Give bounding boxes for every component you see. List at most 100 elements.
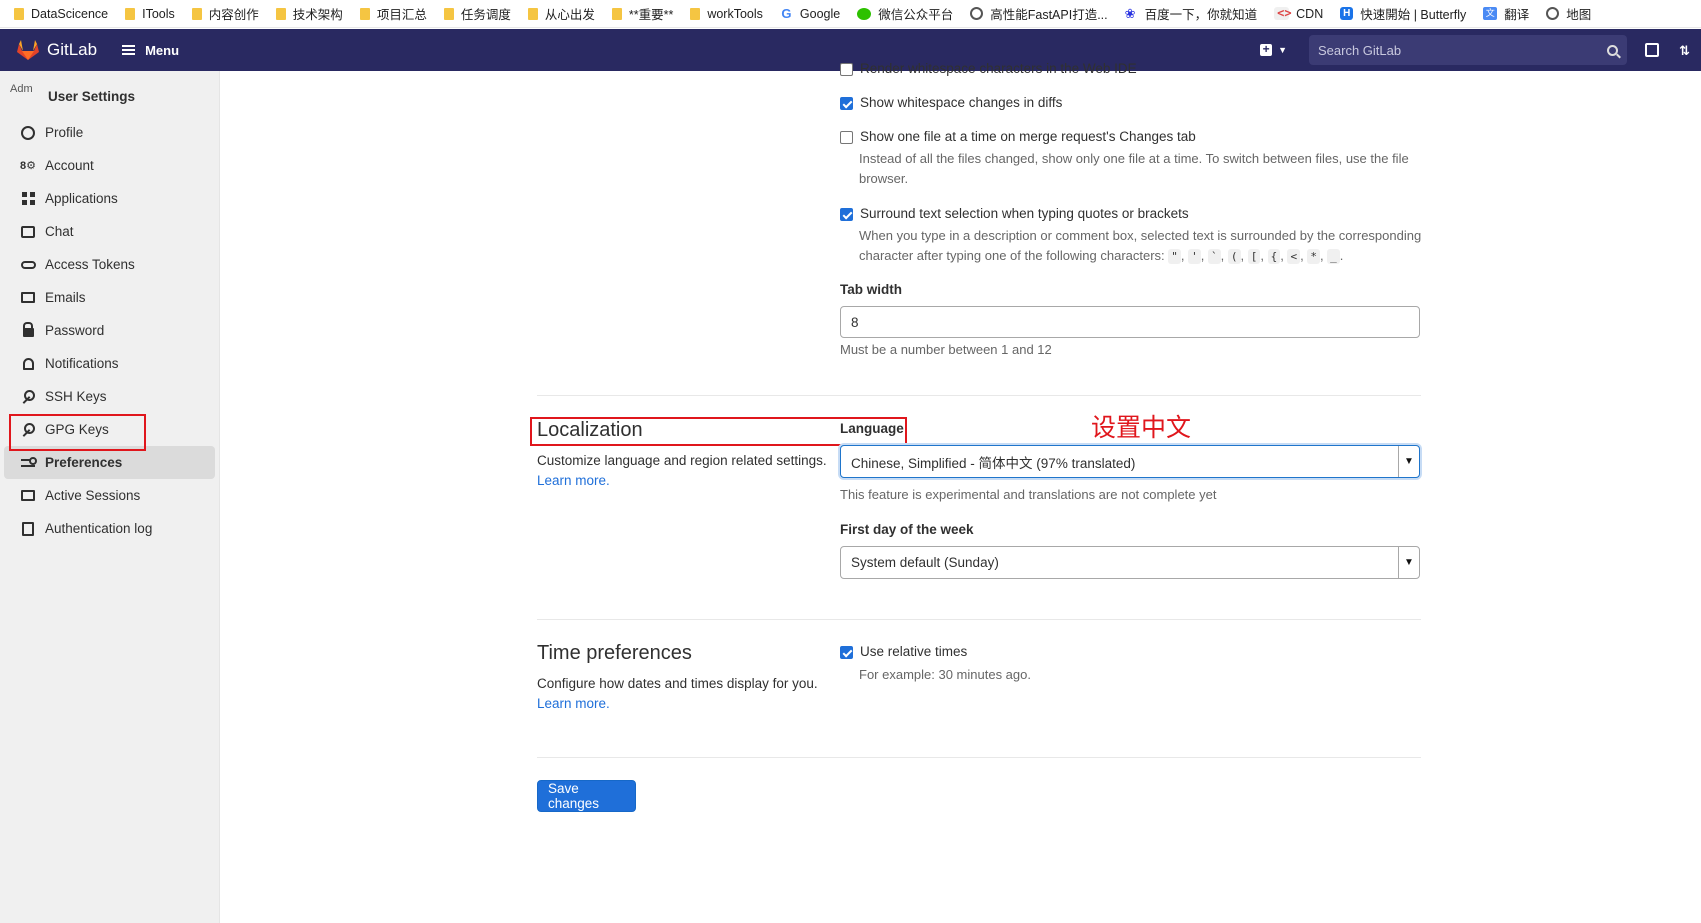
- time-prefs-learn-more-link[interactable]: Learn more.: [537, 696, 610, 711]
- globe-icon: [970, 7, 984, 20]
- divider: [537, 757, 1421, 758]
- first-day-select[interactable]: System default (Sunday) ▼: [840, 546, 1420, 579]
- bookmark-item[interactable]: 高性能FastAPI打造...: [970, 4, 1108, 23]
- sidebar-item-authentication-log[interactable]: Authentication log: [4, 512, 215, 545]
- surround-help-line1: When you type in a description or commen…: [859, 228, 1422, 243]
- one-file-checkbox[interactable]: [840, 131, 853, 144]
- tab-width-label: Tab width: [840, 282, 902, 297]
- sidebar-item-applications[interactable]: Applications: [4, 182, 215, 215]
- sidebar-item-password[interactable]: Password: [4, 314, 215, 347]
- sidebar-item-ssh-keys[interactable]: SSH Keys: [4, 380, 215, 413]
- avatar: Adm: [10, 83, 33, 95]
- new-dropdown-button[interactable]: + ▼: [1260, 43, 1287, 56]
- bookmark-item[interactable]: H 快速開始 | Butterfly: [1340, 4, 1466, 23]
- folder-icon: [14, 7, 24, 20]
- globe-icon: [1546, 7, 1560, 20]
- gitlab-logo-link[interactable]: GitLab: [16, 39, 97, 61]
- sidebar-item-notifications[interactable]: Notifications: [4, 347, 215, 380]
- sidebar-title: User Settings: [48, 88, 136, 104]
- save-button[interactable]: Save changes: [537, 780, 636, 812]
- sidebar-item-label: Emails: [45, 290, 86, 305]
- bookmark-label: 任务调度: [460, 8, 511, 22]
- issues-icon[interactable]: [1645, 43, 1659, 57]
- bookmark-item[interactable]: 内容创作: [191, 4, 259, 23]
- bookmark-label: **重要**: [628, 8, 674, 22]
- relative-times-option[interactable]: Use relative times: [840, 644, 967, 659]
- show-whitespace-checkbox[interactable]: [840, 97, 853, 110]
- gitlab-logo-icon: [17, 40, 39, 60]
- surround-char-code: {: [1267, 249, 1281, 264]
- sidebar-item-label: Active Sessions: [45, 488, 141, 503]
- bookmark-item[interactable]: <> CDN: [1274, 7, 1323, 21]
- language-select[interactable]: Chinese, Simplified - 简体中文 (97% translat…: [840, 445, 1420, 478]
- bookmark-item[interactable]: 微信公众平台: [857, 4, 953, 23]
- folder-icon: [275, 7, 286, 20]
- menu-label: Menu: [145, 42, 180, 58]
- sidebar-item-account[interactable]: 8⚙ Account: [4, 149, 215, 182]
- sidebar-item-chat[interactable]: Chat: [4, 215, 215, 248]
- applications-icon: [20, 191, 36, 207]
- sidebar-item-active-sessions[interactable]: Active Sessions: [4, 479, 215, 512]
- code-icon: <>: [1274, 7, 1292, 20]
- search-input[interactable]: [1318, 42, 1607, 58]
- bookmark-item[interactable]: G Google: [780, 7, 840, 21]
- brand-name: GitLab: [47, 40, 98, 59]
- bookmark-item[interactable]: **重要**: [611, 4, 674, 23]
- bookmark-label: 快速開始 | Butterfly: [1360, 8, 1467, 22]
- surround-help-line2: character after typing one of the follow…: [859, 248, 1165, 263]
- show-whitespace-option[interactable]: Show whitespace changes in diffs: [840, 95, 1062, 110]
- sidebar-item-profile[interactable]: Profile: [4, 116, 215, 149]
- sidebar-header[interactable]: Adm User Settings: [0, 76, 219, 116]
- relative-times-checkbox[interactable]: [840, 646, 853, 659]
- localization-highlight-box: [530, 417, 907, 446]
- sidebar-item-emails[interactable]: Emails: [4, 281, 215, 314]
- bookmark-item[interactable]: 项目汇总: [359, 4, 427, 23]
- surround-char-code: `: [1208, 249, 1221, 264]
- profile-icon: [20, 125, 36, 141]
- bookmark-label: 微信公众平台: [878, 8, 954, 22]
- bookmark-item[interactable]: workTools: [690, 7, 763, 21]
- sidebar-item-access-tokens[interactable]: Access Tokens: [4, 248, 215, 281]
- bookmark-item[interactable]: 从心出发: [527, 4, 595, 23]
- bookmark-item[interactable]: 地图: [1546, 4, 1591, 23]
- log-icon: [20, 521, 36, 537]
- sidebar-item-label: Notifications: [45, 356, 119, 371]
- menu-button[interactable]: Menu: [122, 43, 179, 58]
- mail-icon: [20, 290, 36, 306]
- surround-char-code: ": [1168, 249, 1181, 264]
- bookmark-item[interactable]: 技术架构: [275, 4, 343, 23]
- one-file-label: Show one file at a time on merge request…: [860, 129, 1196, 144]
- butterfly-icon: H: [1340, 7, 1354, 20]
- bookmark-item[interactable]: ITools: [125, 7, 175, 21]
- bookmark-label: DataScicence: [31, 6, 109, 21]
- language-help: This feature is experimental and transla…: [840, 487, 1217, 502]
- hamburger-icon: [122, 45, 136, 55]
- account-icon: 8⚙: [20, 160, 36, 172]
- chevron-down-icon: ▼: [1398, 446, 1419, 477]
- surround-char-code: _: [1327, 249, 1340, 264]
- bookmark-item[interactable]: 文翻译: [1483, 4, 1529, 23]
- bookmark-label: ITools: [142, 6, 175, 21]
- bookmark-item[interactable]: 任务调度: [443, 4, 511, 23]
- bookmark-label: 翻译: [1504, 8, 1530, 22]
- bookmark-item[interactable]: DataScicence: [14, 7, 108, 21]
- render-whitespace-checkbox[interactable]: [840, 63, 853, 76]
- chat-icon: [20, 224, 36, 240]
- bookmark-label: 从心出发: [544, 8, 595, 22]
- surround-checkbox[interactable]: [840, 208, 853, 221]
- bookmark-label: workTools: [707, 6, 763, 21]
- surround-option[interactable]: Surround text selection when typing quot…: [840, 206, 1189, 221]
- folder-icon: [191, 7, 202, 20]
- tab-width-input[interactable]: 8: [840, 306, 1420, 338]
- render-whitespace-option[interactable]: Render whitespace characters in the Web …: [840, 61, 1137, 76]
- relative-times-help: For example: 30 minutes ago.: [859, 667, 1031, 682]
- chevron-down-icon: ▼: [1278, 45, 1287, 55]
- merge-request-icon[interactable]: ⇅: [1679, 43, 1693, 58]
- search-box[interactable]: [1309, 35, 1627, 65]
- localization-learn-more-link[interactable]: Learn more.: [537, 473, 610, 488]
- time-prefs-desc-text: Configure how dates and times display fo…: [537, 676, 818, 691]
- bookmark-item[interactable]: ❀ 百度一下，你就知道: [1125, 4, 1258, 23]
- lock-icon: [20, 322, 36, 339]
- one-file-option[interactable]: Show one file at a time on merge request…: [840, 129, 1196, 144]
- chevron-down-icon: ▼: [1398, 547, 1419, 578]
